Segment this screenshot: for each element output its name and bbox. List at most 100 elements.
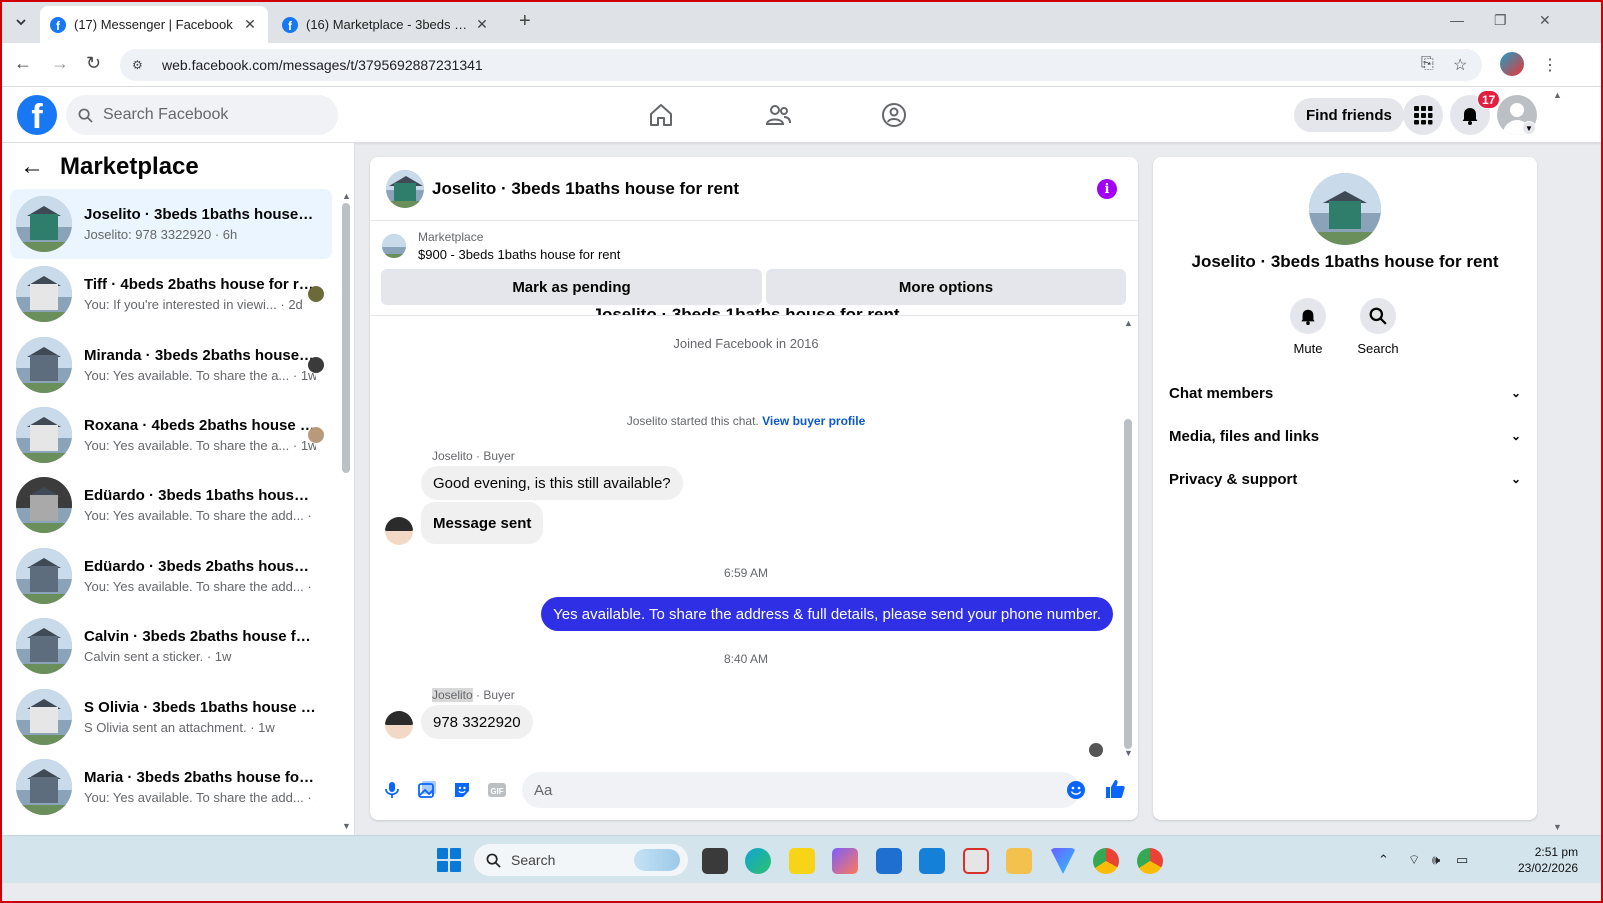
conversation-info-icon[interactable]: i — [1097, 179, 1117, 199]
outgoing-message[interactable]: Yes available. To share the address & fu… — [541, 597, 1113, 631]
close-tab-icon[interactable]: ✕ — [474, 16, 490, 33]
menu-grid-button[interactable] — [1403, 95, 1443, 135]
scroll-down-arrow-icon[interactable]: ▼ — [1124, 748, 1133, 758]
microsoft-store-icon[interactable] — [876, 848, 902, 874]
tab-messenger[interactable]: f (17) Messenger | Facebook ✕ — [40, 6, 268, 43]
thumbs-up-icon[interactable] — [1104, 778, 1126, 800]
clock-time: 2:51 pm — [1534, 845, 1579, 859]
sticky-notes-icon[interactable] — [789, 848, 815, 874]
buyer-avatar[interactable] — [385, 711, 413, 739]
facebook-search-input[interactable]: Search Facebook — [66, 95, 338, 135]
incoming-message[interactable]: Good evening, is this still available? — [421, 466, 683, 500]
scroll-up-arrow-icon[interactable]: ▲ — [342, 191, 351, 201]
new-tab-button[interactable]: + — [519, 10, 531, 33]
listing-avatar-large[interactable] — [1309, 173, 1381, 245]
sticker-icon[interactable] — [452, 780, 472, 800]
microphone-icon[interactable] — [382, 780, 402, 800]
chat-scrollbar[interactable] — [1124, 419, 1132, 749]
more-options-button[interactable]: More options — [766, 269, 1126, 305]
home-icon[interactable] — [647, 101, 675, 129]
mark-as-pending-button[interactable]: Mark as pending — [381, 269, 762, 305]
chat-title[interactable]: Joselito · 3beds 1baths house for rent — [432, 179, 739, 199]
restore-icon[interactable]: ❐ — [1494, 12, 1507, 29]
conversation-item[interactable]: Roxana · 4beds 2baths house for rent You:… — [10, 400, 332, 470]
chat-avatar[interactable] — [386, 169, 424, 208]
mute-button[interactable]: Mute — [1273, 298, 1343, 356]
conversation-item[interactable]: S Olivia · 3beds 1baths house for rent S … — [10, 682, 332, 752]
incoming-message[interactable]: Message sent — [421, 502, 544, 544]
tab-marketplace[interactable]: f (16) Marketplace - 3beds 1baths ✕ — [272, 6, 500, 43]
system-clock[interactable]: 2:51 pm 23/02/2026 — [1518, 844, 1578, 876]
bell-icon — [1301, 309, 1315, 325]
taskbar-search[interactable]: Search — [474, 844, 688, 876]
copilot-icon[interactable] — [832, 848, 858, 874]
chrome-profile-icon[interactable] — [1137, 848, 1163, 874]
close-window-icon[interactable]: ✕ — [1539, 12, 1551, 29]
listing-thumbnail — [16, 196, 72, 252]
conversation-item[interactable]: Edüardo · 3beds 2baths house for rent You… — [10, 541, 332, 611]
browser-profile-avatar[interactable] — [1500, 52, 1524, 76]
photo-icon[interactable] — [417, 780, 437, 800]
chevron-down-icon: ⌄ — [1510, 429, 1521, 443]
privacy-support-section[interactable]: Privacy & support ⌄ — [1169, 459, 1521, 499]
url-bar[interactable]: ⚙ web.facebook.com/messages/t/3795692887… — [120, 49, 1482, 81]
battery-icon[interactable]: ▭ — [1456, 852, 1468, 868]
chevron-down-icon — [16, 19, 26, 26]
sidebar-scrollbar[interactable] — [342, 203, 350, 473]
chevron-down-icon[interactable]: ▼ — [1522, 121, 1536, 135]
facebook-logo[interactable]: f — [17, 95, 57, 135]
close-tab-icon[interactable]: ✕ — [242, 16, 258, 33]
gif-icon[interactable]: GIF — [487, 780, 507, 800]
volume-icon[interactable]: 🕪 — [1432, 852, 1440, 868]
scroll-down-arrow-icon[interactable]: ▼ — [342, 821, 351, 831]
scroll-up-arrow-icon[interactable]: ▲ — [1124, 318, 1133, 328]
conversation-item[interactable]: Maria · 3beds 2baths house for rent You: … — [10, 752, 332, 822]
message-input[interactable]: Aa — [522, 772, 1080, 808]
windows-start-icon[interactable] — [437, 848, 461, 872]
minimize-icon[interactable]: — — [1450, 12, 1464, 28]
browser-menu-icon[interactable]: ⋮ — [1542, 55, 1558, 75]
chrome-icon[interactable] — [1093, 848, 1119, 874]
listing-thumbnail — [16, 548, 72, 604]
back-arrow-icon[interactable]: ← — [20, 153, 44, 181]
conversation-item[interactable]: Miranda · 3beds 2baths house for rent You… — [10, 330, 332, 400]
file-explorer-icon[interactable] — [1006, 848, 1032, 874]
media-files-links-section[interactable]: Media, files and links ⌄ — [1169, 416, 1521, 456]
view-buyer-profile-link[interactable]: View buyer profile — [762, 414, 865, 428]
chat-panel: Joselito · 3beds 1baths house for rent i… — [370, 157, 1138, 820]
chat-members-section[interactable]: Chat members ⌄ — [1169, 373, 1521, 413]
site-settings-icon[interactable]: ⚙ — [132, 58, 150, 72]
conversation-name: S Olivia · 3beds 1baths house for rent — [84, 699, 316, 716]
conversation-name: Maria · 3beds 2baths house for rent — [84, 769, 316, 786]
conversation-item[interactable]: Tiff · 4beds 2baths house for rent You: I… — [10, 259, 332, 329]
outlook-icon[interactable] — [919, 848, 945, 874]
page-scroll-up-icon[interactable]: ▲ — [1553, 90, 1562, 100]
emoji-icon[interactable] — [1066, 780, 1086, 800]
search-in-conversation-button[interactable]: Search — [1343, 298, 1413, 356]
page-scroll-down-icon[interactable]: ▼ — [1553, 822, 1562, 832]
incoming-message[interactable]: 978 3322920 — [421, 705, 533, 739]
conversation-item[interactable]: Calvin · 3beds 2baths house for rent Calv… — [10, 611, 332, 681]
find-friends-button[interactable]: Find friends — [1294, 98, 1404, 132]
snipping-tool-icon[interactable] — [963, 848, 989, 874]
title-mask — [370, 316, 1138, 328]
edge-browser-icon[interactable] — [745, 848, 771, 874]
conversation-item[interactable]: Joselito · 3beds 1baths house for rent Jo… — [10, 189, 332, 259]
vpn-app-icon[interactable] — [1050, 848, 1076, 874]
windows-taskbar: Search ⌃ ⌔ 🕪 ▭ 2:51 pm 23/02/2026 — [0, 835, 1603, 883]
buyer-avatar[interactable] — [385, 517, 413, 545]
conversation-item[interactable]: Edüardo · 3beds 1baths house for rent You… — [10, 470, 332, 540]
wifi-icon[interactable]: ⌔ — [1408, 852, 1420, 868]
install-app-icon[interactable]: ⎘ — [1421, 55, 1434, 73]
tab-search-dropdown[interactable] — [8, 9, 34, 35]
forward-icon[interactable]: → — [51, 53, 69, 74]
listing-summary[interactable]: Marketplace $900 - 3beds 1baths house fo… — [370, 221, 1138, 271]
show-hidden-icons-icon[interactable]: ⌃ — [1378, 852, 1389, 868]
groups-icon[interactable] — [880, 101, 908, 129]
reload-icon[interactable]: ↻ — [86, 53, 101, 74]
bookmark-star-icon[interactable]: ☆ — [1453, 55, 1467, 75]
facebook-favicon-icon: f — [282, 16, 298, 33]
back-icon[interactable]: ← — [14, 53, 32, 74]
friends-icon[interactable] — [764, 101, 792, 129]
task-view-icon[interactable] — [702, 848, 728, 874]
